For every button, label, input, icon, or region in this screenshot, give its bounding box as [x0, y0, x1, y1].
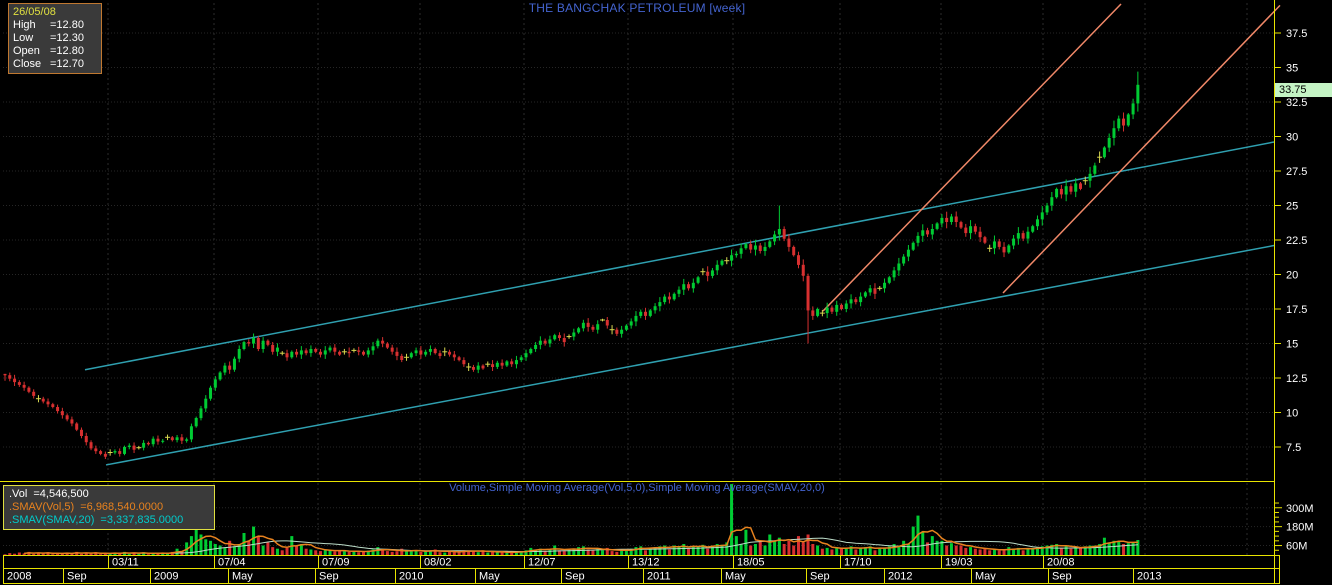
volume-info-vol-label: .Vol	[9, 488, 28, 500]
timeline-period-label: Sep	[1052, 571, 1072, 583]
ohlc-date: 26/05/08	[13, 6, 56, 18]
timeline-date-label: 07/09	[322, 557, 350, 569]
chart-title: THE BANGCHAK PETROLEUM [week]	[528, 1, 746, 15]
volume-info-smav5-label: .SMAV(Vol,5)	[9, 501, 75, 513]
timeline-date-label: 03/11	[112, 557, 139, 569]
volume-info-smav20-value: =3,337,835.0000	[100, 514, 184, 526]
timeline-period-label: 2012	[888, 571, 912, 583]
ohlc-high-label: High	[13, 19, 36, 31]
price-tick-label: 25	[1286, 201, 1298, 213]
ohlc-high-value: =12.80	[50, 19, 84, 31]
timeline-period-label: May	[725, 571, 746, 583]
timeline-period-label: May	[479, 571, 500, 583]
timeline-period-label: Sep	[810, 571, 830, 583]
price-tick-label: 15	[1286, 339, 1298, 351]
price-tick-label: 37.5	[1286, 28, 1307, 40]
timeline-period-label: Sep	[565, 571, 585, 583]
volume-tick-label: 60M	[1286, 541, 1307, 553]
timeline-date-label: 19/03	[945, 557, 973, 569]
ohlc-high-row: High =12.80	[13, 19, 97, 32]
timeline-period-label: Sep	[67, 571, 87, 583]
timeline-date-label: 17/10	[844, 557, 872, 569]
ohlc-open-value: =12.80	[50, 45, 84, 57]
price-tick-label: 20	[1286, 270, 1298, 282]
timeline-date-label: 12/07	[528, 557, 556, 569]
timeline-period-label: 2013	[1137, 571, 1161, 583]
volume-tick-label: 180M	[1286, 522, 1314, 534]
ohlc-low-label: Low	[13, 32, 34, 44]
price-tick-label: 32.5	[1286, 97, 1307, 109]
volume-info-vol-value: =4,546,500	[33, 488, 89, 500]
price-tick-label: 27.5	[1286, 166, 1307, 178]
ohlc-close-row: Close =12.70	[13, 58, 97, 71]
price-tick-label: 30	[1286, 132, 1298, 144]
trendline-accel-support[interactable]	[822, 3, 1122, 312]
volume-info-smav20: .SMAV(SMAV,20) =3,337,835.0000	[9, 514, 209, 527]
ohlc-close-value: =12.70	[50, 58, 84, 70]
price-tick-label: 22.5	[1286, 235, 1307, 247]
ohlc-open-row: Open =12.80	[13, 45, 97, 58]
timeline-period-label: 2011	[647, 571, 671, 583]
volume-info-smav5-value: =6,968,540.0000	[80, 501, 164, 513]
ohlc-low-value: =12.30	[50, 32, 84, 44]
timeline-period-label: 2009	[154, 571, 178, 583]
volume-tick-label: 300M	[1286, 503, 1314, 515]
timeline-period-label: May	[975, 571, 996, 583]
ohlc-low-row: Low =12.30	[13, 32, 97, 45]
timeline-date-label: 13/12	[632, 557, 660, 569]
ohlc-close-label: Close	[13, 58, 42, 70]
timeline-date-label: 20/08	[1047, 557, 1075, 569]
volume-info-vol: .Vol =4,546,500	[9, 488, 209, 501]
candles-layer	[3, 71, 1140, 459]
price-tick-label: 10	[1286, 408, 1298, 420]
price-tick-label: 35	[1286, 63, 1298, 75]
timeline-date-label: 18/05	[737, 557, 765, 569]
chart-window: 37.5 35 32.5 30 27.5 25 22.5 20 17.5 15 12.5 10 7.5 3…	[0, 0, 1332, 585]
timeline-date-label: 08/02	[424, 557, 452, 569]
timeline: 03/11 07/04 07/09 08/02 12/07 13/12 18/05 17/10…	[3, 555, 1280, 584]
last-price-tag: 33.75	[1275, 83, 1332, 97]
trendlines-layer	[84, 3, 1281, 466]
volume-info-box[interactable]: .Vol =4,546,500 .SMAV(Vol,5) =6,968,540.00…	[3, 485, 215, 530]
timeline-period-label: 2010	[399, 571, 423, 583]
timeline-period-label: May	[232, 571, 253, 583]
price-tick-label: 7.5	[1286, 442, 1301, 454]
volume-info-smav20-label: .SMAV(SMAV,20)	[9, 514, 95, 526]
trendline-channel-resistance[interactable]	[84, 141, 1275, 371]
timeline-date-label: 07/04	[218, 557, 246, 569]
volume-info-smav5: .SMAV(Vol,5) =6,968,540.0000	[9, 501, 209, 514]
price-tick-label: 12.5	[1286, 373, 1307, 385]
ohlc-info-box[interactable]: 26/05/08 High =12.80 Low =12.30 Open =12.80…	[8, 3, 102, 74]
timeline-period-label: Sep	[319, 571, 339, 583]
grid-layer	[3, 3, 1274, 555]
timeline-period-label: 2008	[7, 571, 31, 583]
trendline-channel-support[interactable]	[105, 244, 1275, 466]
price-tick-label: 17.5	[1286, 304, 1307, 316]
ohlc-open-label: Open	[13, 45, 40, 57]
